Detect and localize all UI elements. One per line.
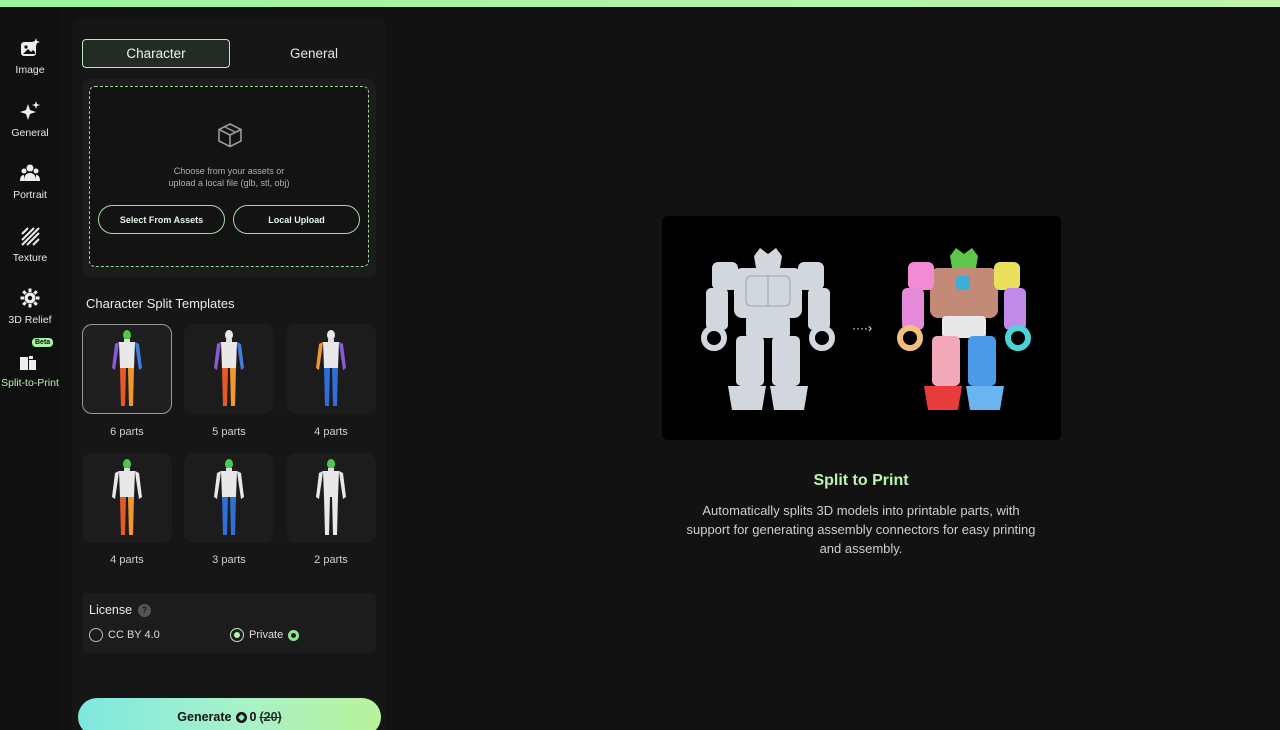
nav-item-3d-relief[interactable]: 3D Relief: [0, 269, 60, 327]
help-icon[interactable]: ?: [138, 604, 151, 617]
figure-4-parts: [316, 330, 346, 406]
upload-area: Choose from your assets or upload a loca…: [82, 79, 376, 277]
beta-badge: Beta: [32, 338, 54, 347]
nav-item-general[interactable]: General: [0, 82, 60, 140]
license-option-private[interactable]: Private: [230, 628, 300, 642]
split-panel: Character General Choose from your asset…: [72, 17, 386, 730]
nav-item-image[interactable]: Image: [0, 19, 60, 77]
template-label: 4 parts: [110, 554, 144, 566]
template-card[interactable]: [184, 453, 274, 543]
svg-text:····›: ····›: [852, 321, 872, 335]
arrow-right-icon: ····›: [852, 321, 872, 335]
template-label: 5 parts: [212, 426, 246, 438]
license-section: License ? CC BY 4.0 Private: [82, 593, 376, 653]
box-3d-icon: [218, 123, 242, 148]
upload-dropzone[interactable]: Choose from your assets or upload a loca…: [89, 86, 369, 267]
template-label: 2 parts: [314, 554, 348, 566]
nav-label: 3D Relief: [8, 314, 52, 326]
template-card[interactable]: [286, 324, 376, 414]
robot-split: [897, 248, 1031, 410]
templates-title: Character Split Templates: [86, 296, 235, 311]
nav-label: Split-to-Print: [1, 377, 59, 389]
template-label: 6 parts: [110, 426, 144, 438]
sparkle-icon: [19, 100, 41, 122]
nav-label: Image: [15, 64, 45, 76]
template-card[interactable]: [286, 453, 376, 543]
split-to-print-icon: [19, 350, 41, 372]
upload-hint-line2: upload a local file (glb, stl, obj): [168, 178, 290, 188]
template-card[interactable]: [82, 324, 172, 414]
nav-item-portrait[interactable]: Portrait: [0, 144, 60, 202]
figure-4-parts-b: [112, 459, 142, 535]
tab-general[interactable]: General: [240, 39, 388, 68]
people-icon: [19, 162, 41, 184]
nav-rail: Image General Portrait Texture 3D Relief…: [0, 7, 60, 730]
template-card[interactable]: [184, 324, 274, 414]
generate-cost: 0: [249, 710, 257, 724]
radio-label: Private: [249, 629, 284, 641]
figure-5-parts: [214, 330, 244, 406]
texture-icon: [19, 225, 41, 247]
split-preview-image: ····›: [662, 216, 1061, 440]
template-label: 3 parts: [212, 554, 246, 566]
upload-hint: Choose from your assets or upload a loca…: [90, 165, 368, 189]
license-title: License: [89, 603, 133, 617]
nav-label: Texture: [12, 252, 48, 264]
radio-icon: [89, 628, 103, 642]
radio-label: CC BY 4.0: [108, 629, 160, 641]
credit-coin-icon: [235, 711, 247, 723]
local-upload-button[interactable]: Local Upload: [233, 205, 360, 234]
select-from-assets-button[interactable]: Select From Assets: [98, 205, 225, 234]
generate-original-cost: (20): [259, 710, 282, 724]
top-banner-strip: [0, 0, 1280, 7]
figure-3-parts: [214, 459, 244, 535]
figure-2-parts: [316, 459, 346, 535]
nav-label: Portrait: [13, 189, 47, 201]
gear-icon: [19, 287, 41, 309]
radio-checked-icon: [230, 628, 244, 642]
feature-title: Split to Print: [813, 472, 909, 489]
template-card[interactable]: [82, 453, 172, 543]
license-option-cc-by[interactable]: CC BY 4.0: [89, 628, 160, 642]
image-sparkle-icon: [19, 37, 41, 59]
upload-hint-line1: Choose from your assets or: [173, 166, 285, 176]
figure-6-parts: [112, 330, 142, 406]
nav-label: General: [11, 127, 49, 139]
generate-label: Generate: [177, 710, 232, 724]
feature-description: Automatically splits 3D models into prin…: [686, 503, 1036, 556]
generate-button[interactable]: Generate 0 (20): [78, 698, 381, 730]
mode-tabs: Character General: [82, 39, 376, 68]
template-label: 4 parts: [314, 426, 348, 438]
private-badge-icon: [288, 629, 300, 641]
nav-item-texture[interactable]: Texture: [0, 207, 60, 265]
robot-unsplit: [701, 248, 835, 410]
tab-character[interactable]: Character: [82, 39, 230, 68]
